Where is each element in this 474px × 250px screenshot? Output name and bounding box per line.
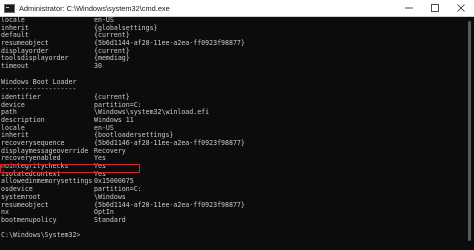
window-title: Administrator: C:\Windows\system32\cmd.e… — [19, 3, 170, 13]
console-line: resumeobject {5b6d1144-af28-11ee-a2ea-ff0… — [1, 39, 474, 48]
console-line: locale en-US — [1, 124, 474, 133]
console-line: toolsdisplayorder {memdiag} — [1, 55, 474, 63]
setting-name: timeout — [1, 62, 29, 71]
console-line: nx OptIn — [1, 208, 474, 217]
setting-value: Standard — [94, 215, 126, 224]
scrollbar-thumb[interactable] — [468, 21, 471, 241]
console-line: recoveryenabled Yes — [1, 155, 474, 163]
console-line: displayorder {current} — [1, 47, 474, 56]
console-line: ------------------- — [1, 85, 474, 94]
maximize-icon — [431, 4, 439, 12]
console-line: identifier {current} — [1, 93, 474, 102]
console-line: resumeobject {5b6d1144-af28-11ee-a2ea-ff0… — [1, 200, 474, 210]
close-icon — [457, 4, 465, 12]
vertical-scrollbar[interactable] — [465, 17, 474, 250]
title-bar[interactable]: Administrator: C:\Windows\system32\cmd.e… — [0, 0, 474, 17]
cmd-window: Administrator: C:\Windows\system32\cmd.e… — [0, 0, 474, 250]
setting-name: bootmenupolicy — [1, 215, 57, 224]
console-line: device partition=C: — [1, 101, 474, 110]
setting-value: 30 — [94, 62, 102, 71]
cmd-icon — [4, 3, 15, 13]
console-line: osdevice partition=C: — [1, 185, 474, 194]
console-line: C:\Windows\System32> — [1, 232, 474, 240]
minimize-icon — [405, 7, 413, 9]
console-line: bootmenupolicy Standard — [1, 215, 474, 225]
console-output[interactable]: locale en-US inherit {globalsettings} defa… — [0, 16, 474, 250]
console-line: path \Windows\system32\winload.efi — [1, 109, 474, 117]
console-line: description Windows 11 — [1, 116, 474, 125]
highlight-annotation — [0, 164, 140, 173]
maximize-button[interactable] — [422, 0, 448, 16]
console-line: locale en-US — [1, 16, 474, 25]
close-button[interactable] — [448, 0, 474, 16]
command-prompt[interactable]: C:\Windows\System32> — [1, 232, 80, 240]
console-line: allowedinmemorysettings 0x15000075 — [1, 178, 474, 186]
minimize-button[interactable] — [396, 0, 422, 16]
window-controls — [396, 0, 474, 16]
console-line: timeout 30 — [1, 62, 474, 71]
console-line: displaymessageoverride Recovery — [1, 147, 474, 156]
setting-value: {5b6d1144-af28-11ee-a2ea-ff0923f98877} — [94, 200, 245, 209]
console-line: inherit {globalsettings} — [1, 24, 474, 33]
